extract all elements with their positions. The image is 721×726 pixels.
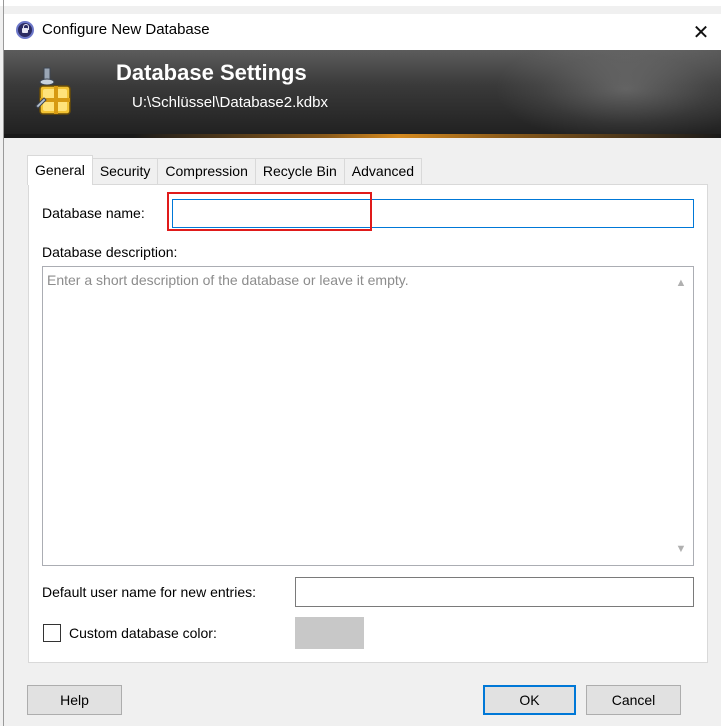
- configure-database-dialog: Configure New Database ✕ Database Settin…: [0, 0, 721, 726]
- tab-advanced[interactable]: Advanced: [343, 158, 423, 185]
- cancel-button[interactable]: Cancel: [586, 685, 681, 715]
- default-user-label: Default user name for new entries:: [42, 584, 256, 600]
- title-bar[interactable]: Configure New Database ✕: [4, 14, 721, 50]
- close-button[interactable]: ✕: [681, 14, 721, 50]
- close-icon: ✕: [692, 21, 710, 44]
- custom-color-swatch[interactable]: [295, 617, 364, 649]
- help-button[interactable]: Help: [27, 685, 122, 715]
- scroll-up-arrow-icon[interactable]: ▲: [669, 271, 693, 295]
- database-description-box: ▲ ▼: [42, 266, 694, 566]
- header-banner: Database Settings U:\Schlüssel\Database2…: [4, 50, 721, 138]
- tab-security[interactable]: Security: [91, 158, 159, 185]
- scroll-down-arrow-icon[interactable]: ▼: [669, 537, 693, 561]
- database-description-input[interactable]: [43, 267, 669, 565]
- default-user-input[interactable]: [295, 577, 694, 607]
- database-name-label: Database name:: [42, 205, 145, 221]
- database-settings-icon: [35, 67, 71, 115]
- keepass-lock-icon: [16, 21, 34, 39]
- banner-accent-stripe: [4, 134, 721, 138]
- settings-tabs: General Security Compression Recycle Bin…: [27, 155, 423, 185]
- tab-compression[interactable]: Compression: [157, 158, 256, 185]
- database-path: U:\Schlüssel\Database2.kdbx: [132, 94, 328, 111]
- window-top-edge: [0, 0, 721, 6]
- database-name-input[interactable]: [172, 199, 694, 228]
- tab-recycle-bin[interactable]: Recycle Bin: [254, 158, 345, 185]
- general-tab-panel: Database name: Database description: ▲ ▼…: [28, 184, 708, 663]
- description-scrollbar[interactable]: ▲ ▼: [669, 267, 693, 565]
- database-description-label: Database description:: [42, 244, 178, 260]
- window-title: Configure New Database: [42, 21, 210, 38]
- ok-button[interactable]: OK: [483, 685, 576, 715]
- custom-color-label: Custom database color:: [69, 625, 217, 641]
- banner-glow: [494, 50, 721, 138]
- banner-title: Database Settings: [116, 60, 307, 85]
- tab-general[interactable]: General: [27, 155, 93, 185]
- custom-color-checkbox[interactable]: [43, 624, 61, 642]
